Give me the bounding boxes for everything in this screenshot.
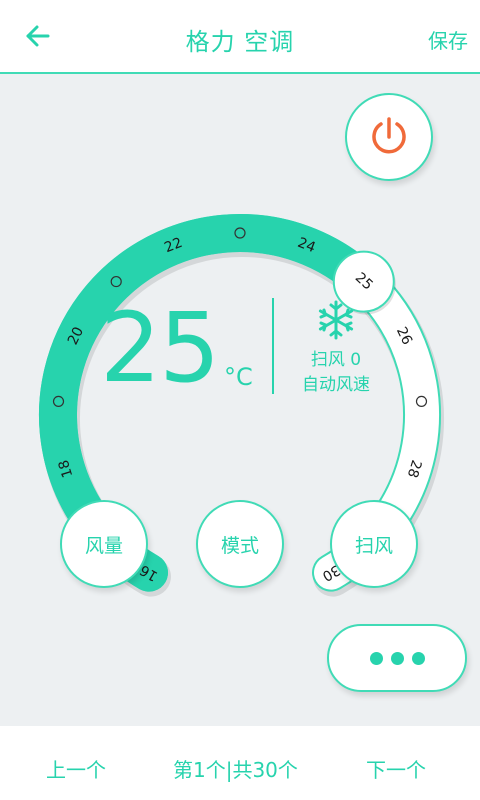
swing-status: 扫风 0 xyxy=(310,350,362,370)
dial-tick-dot xyxy=(110,275,122,288)
more-dots-icon xyxy=(411,651,425,665)
power-icon xyxy=(372,117,406,154)
swing-button[interactable]: 扫风 xyxy=(330,500,418,588)
dial-tick-dot xyxy=(234,227,246,239)
page-indicator: 第1个|共30个 xyxy=(173,758,298,782)
mode-button[interactable]: 模式 xyxy=(196,500,284,588)
dial-tick-dot xyxy=(52,395,65,407)
status-divider xyxy=(272,298,274,394)
previous-button[interactable]: 上一个 xyxy=(46,754,106,783)
dial-tick-dot xyxy=(415,395,428,407)
fan-speed-status: 自动风速 xyxy=(302,375,370,395)
temperature-unit: °C xyxy=(224,363,253,391)
snowflake-icon xyxy=(318,300,354,340)
next-button[interactable]: 下一个 xyxy=(366,754,426,783)
more-dots-icon xyxy=(369,651,383,665)
more-button[interactable] xyxy=(327,624,467,692)
fan-volume-button[interactable]: 风量 xyxy=(60,500,148,588)
current-temperature: 25 xyxy=(100,292,220,404)
power-button[interactable] xyxy=(345,93,433,181)
more-dots-icon xyxy=(390,651,404,665)
footer-bar: 上一个 第1个|共30个 下一个 xyxy=(0,726,480,800)
